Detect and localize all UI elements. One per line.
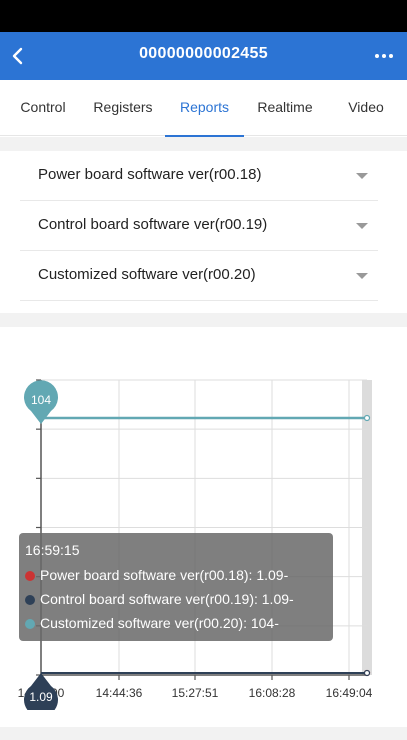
more-button[interactable]: [371, 44, 397, 68]
select-label: Control board software ver(r00.19): [38, 216, 268, 233]
chart-tooltip: 16:59:15 Power board software ver(r00.18…: [19, 533, 333, 641]
caret-down-icon: [356, 223, 368, 229]
tab-registers[interactable]: Registers: [84, 80, 162, 136]
caret-down-icon: [356, 173, 368, 179]
status-bar: [0, 0, 407, 32]
tooltip-row-text: Control board software ver(r00.19): 1.09…: [40, 591, 294, 607]
tooltip-row: Customized software ver(r00.20): 104-: [25, 611, 333, 635]
series-color-dot: [25, 595, 35, 605]
tooltip-row-text: Power board software ver(r00.18): 1.09-: [40, 567, 289, 583]
tooltip-row: Control board software ver(r00.19): 1.09…: [25, 587, 333, 611]
select-control-board[interactable]: Control board software ver(r00.19): [20, 201, 378, 251]
page-title: 00000000002455: [139, 45, 268, 62]
series-color-dot: [25, 619, 35, 629]
caret-down-icon: [356, 273, 368, 279]
select-label: Customized software ver(r00.20): [38, 266, 256, 283]
tab-bar: Control Registers Reports Realtime Video: [0, 80, 407, 136]
select-power-board[interactable]: Power board software ver(r00.18): [20, 151, 378, 201]
report-selector-list: Power board software ver(r00.18) Control…: [20, 151, 378, 301]
select-label: Power board software ver(r00.18): [38, 166, 262, 183]
series-end-point: [363, 669, 371, 677]
tooltip-time: 16:59:15: [25, 542, 80, 558]
marker-label: 104: [31, 393, 51, 407]
x-tick-label: 16:08:28: [249, 686, 296, 700]
tab-control[interactable]: Control: [8, 80, 78, 136]
section-divider: [0, 727, 407, 740]
section-divider: [0, 137, 407, 151]
x-tick-label: 16:49:04: [326, 686, 373, 700]
tab-video[interactable]: Video: [332, 80, 400, 136]
section-divider: [0, 313, 407, 327]
select-customized[interactable]: Customized software ver(r00.20): [20, 251, 378, 301]
series-color-dot: [25, 571, 35, 581]
series-end-point: [363, 414, 371, 422]
tab-reports[interactable]: Reports: [165, 80, 244, 136]
more-horizontal-icon: [375, 54, 393, 58]
app-header: 00000000002455: [0, 32, 407, 80]
tooltip-row-text: Customized software ver(r00.20): 104-: [40, 615, 279, 631]
x-tick-label: 14:44:36: [96, 686, 143, 700]
x-tick-label: 15:27:51: [172, 686, 219, 700]
tab-realtime[interactable]: Realtime: [248, 80, 322, 136]
tooltip-row: Power board software ver(r00.18): 1.09-: [25, 563, 333, 587]
marker-label: 1.09: [29, 690, 53, 704]
